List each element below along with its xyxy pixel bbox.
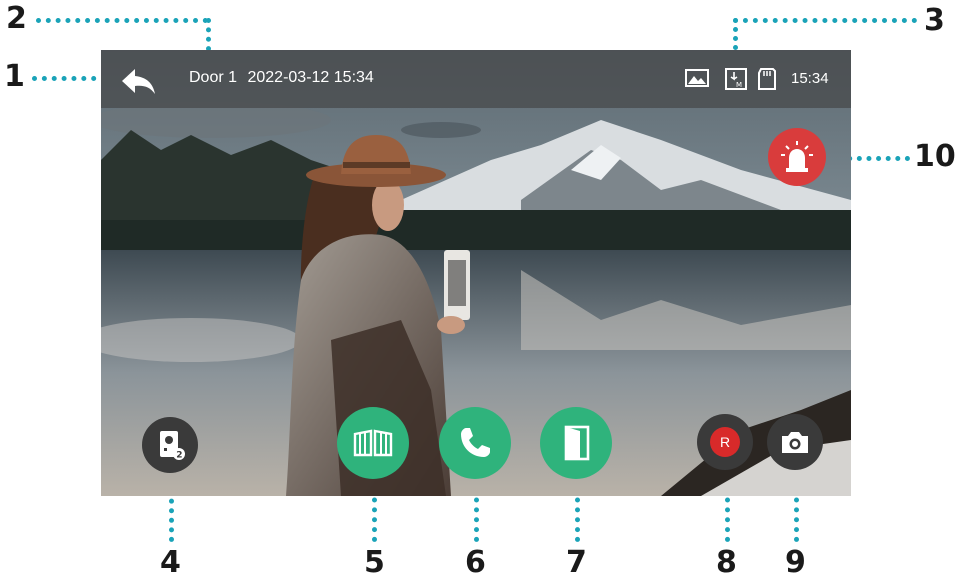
datetime-label: 2022-03-12 15:34 bbox=[247, 69, 374, 86]
callout-7: 7 bbox=[566, 545, 587, 580]
callout-6: 6 bbox=[465, 545, 486, 580]
callout-10: 10 bbox=[914, 139, 956, 174]
callout-line-3-h bbox=[733, 18, 917, 23]
callout-line-2-h bbox=[36, 18, 208, 23]
callout-8: 8 bbox=[716, 545, 737, 580]
record-label: R bbox=[710, 427, 740, 457]
camera-title: Door 1 2022-03-12 15:34 bbox=[189, 69, 374, 87]
back-button[interactable] bbox=[113, 56, 163, 106]
gate-button[interactable] bbox=[337, 407, 409, 479]
door-icon bbox=[564, 425, 590, 461]
svg-text:2: 2 bbox=[176, 451, 182, 461]
callout-1: 1 bbox=[4, 59, 25, 94]
svg-text:M: M bbox=[736, 81, 742, 89]
door-button[interactable] bbox=[540, 407, 612, 479]
gate-icon bbox=[353, 429, 393, 457]
phone-icon bbox=[461, 428, 490, 457]
alarm-button[interactable] bbox=[768, 128, 826, 186]
image-icon bbox=[685, 69, 709, 87]
intercom-screen: Door 1 2022-03-12 15:34 M 15:34 2 R bbox=[101, 50, 851, 496]
camera-icon bbox=[782, 432, 808, 453]
top-status-bar: Door 1 2022-03-12 15:34 M 15:34 bbox=[101, 50, 851, 108]
record-button[interactable]: R bbox=[697, 414, 753, 470]
sd-card-icon bbox=[758, 68, 776, 90]
alarm-icon bbox=[781, 141, 813, 172]
snapshot-button[interactable] bbox=[767, 414, 823, 470]
motion-icon: M bbox=[725, 68, 747, 90]
door-label: Door 1 bbox=[189, 69, 238, 86]
callout-4: 4 bbox=[160, 545, 181, 580]
call-button[interactable] bbox=[439, 407, 511, 479]
back-arrow-icon bbox=[122, 69, 155, 94]
callout-5: 5 bbox=[364, 545, 385, 580]
callout-2: 2 bbox=[6, 1, 27, 36]
callout-9: 9 bbox=[785, 545, 806, 580]
callout-3: 3 bbox=[924, 3, 945, 38]
monitor-switch-button[interactable]: 2 bbox=[142, 417, 198, 473]
door-station-2-icon: 2 bbox=[160, 431, 185, 461]
clock-label: 15:34 bbox=[791, 70, 829, 87]
